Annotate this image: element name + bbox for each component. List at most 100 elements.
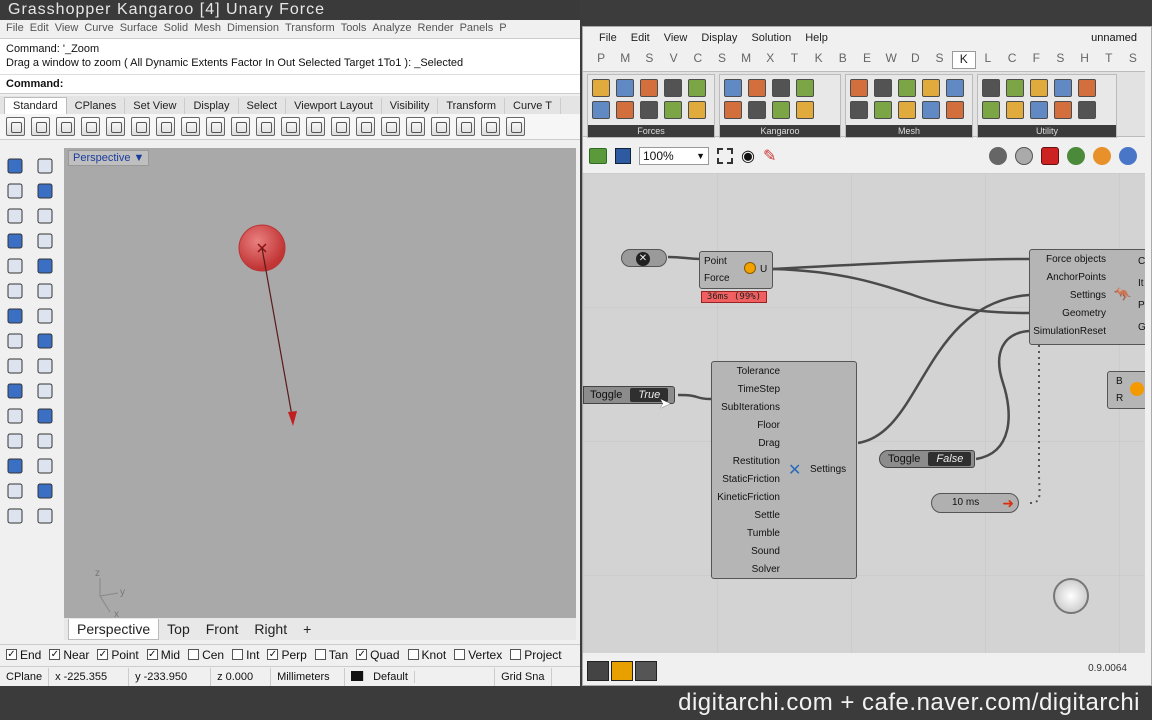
unary-input-force[interactable]: Force	[704, 273, 730, 284]
undo-icon[interactable]	[206, 117, 225, 136]
polyline-tool-icon[interactable]	[5, 181, 25, 201]
point-tool-icon[interactable]	[35, 156, 55, 176]
kangaroo-output-p[interactable]: P	[1138, 300, 1145, 311]
gh-category-tab-20[interactable]: H	[1073, 51, 1097, 69]
ribbon-component-icon[interactable]	[850, 79, 868, 97]
osnap-project-checkbox[interactable]	[510, 649, 522, 660]
zoom-extents-icon[interactable]	[717, 148, 733, 164]
gh-category-tab-21[interactable]: T	[1097, 51, 1121, 69]
zoom-extents-icon[interactable]	[331, 117, 350, 136]
stopwatch-icon[interactable]	[1053, 578, 1089, 614]
curve-point-tool-icon[interactable]	[35, 181, 55, 201]
viewport-tab-front[interactable]: Front	[198, 619, 247, 639]
gh-category-tab-6[interactable]: M	[734, 51, 758, 69]
ribbon-component-icon[interactable]	[874, 101, 892, 119]
kangaroo-input-anchorpoints[interactable]: AnchorPoints	[1047, 272, 1106, 283]
kangaroo-input-simulationreset[interactable]: SimulationReset	[1033, 326, 1106, 337]
osnap-mid-checkbox[interactable]: ✓	[146, 649, 158, 660]
toolbar-tab-set-view[interactable]: Set View	[125, 98, 186, 114]
save-icon[interactable]	[56, 117, 75, 136]
surface-tool-icon[interactable]	[5, 281, 25, 301]
unary-force-component[interactable]: Point Force U	[699, 251, 773, 289]
select-tool-icon[interactable]	[5, 156, 25, 176]
ribbon-component-icon[interactable]	[1006, 79, 1024, 97]
print-icon[interactable]	[81, 117, 100, 136]
viewport-tab-right[interactable]: Right	[246, 619, 295, 639]
ribbon-component-icon[interactable]	[640, 101, 658, 119]
footer-btn-1-icon[interactable]	[587, 661, 609, 681]
polygon-tool-icon[interactable]	[35, 231, 55, 251]
ribbon-component-icon[interactable]	[724, 79, 742, 97]
ellipse-tool-icon[interactable]	[5, 256, 25, 276]
menu-panels[interactable]: Panels	[460, 20, 500, 38]
gh-category-tab-2[interactable]: S	[637, 51, 661, 69]
helix-tool-icon[interactable]	[35, 256, 55, 276]
command-prompt[interactable]: Command:	[0, 74, 580, 94]
ribbon-component-icon[interactable]	[592, 79, 610, 97]
settings-input-settle[interactable]: Settle	[754, 510, 780, 521]
gh-category-tab-4[interactable]: C	[686, 51, 710, 69]
settings-input-drag[interactable]: Drag	[758, 438, 780, 449]
gh-menu-view[interactable]: View	[664, 32, 688, 44]
osnap-project[interactable]: Project	[510, 648, 562, 662]
gh-menu-help[interactable]: Help	[805, 32, 828, 44]
ribbon-component-icon[interactable]	[724, 101, 742, 119]
partial-input-r[interactable]: R	[1116, 393, 1123, 404]
ribbon-component-icon[interactable]	[922, 79, 940, 97]
gh-canvas[interactable]: ✕ Point Force U 36ms (99%) Tolerance Time…	[583, 173, 1145, 653]
ribbon-component-icon[interactable]	[1054, 101, 1072, 119]
menu-p[interactable]: P	[499, 20, 512, 38]
osnap-perp[interactable]: ✓ Perp	[267, 648, 307, 662]
open-file-icon[interactable]	[589, 148, 607, 164]
explode-tool-icon[interactable]	[35, 456, 55, 476]
toolbar-tab-select[interactable]: Select	[239, 98, 287, 114]
bake-icon[interactable]	[1067, 147, 1085, 165]
split-tool-icon[interactable]	[35, 381, 55, 401]
group-tool-icon[interactable]	[5, 431, 25, 451]
toolbar-tab-display[interactable]: Display	[185, 98, 239, 114]
kangaroo-output-c[interactable]: C	[1138, 256, 1145, 267]
import-icon[interactable]	[106, 117, 125, 136]
settings-input-tolerance[interactable]: Tolerance	[737, 366, 780, 377]
paste-icon[interactable]	[181, 117, 200, 136]
gh-category-tab-13[interactable]: D	[903, 51, 927, 69]
cylinder-tool-icon[interactable]	[5, 331, 25, 351]
osnap-near[interactable]: ✓ Near	[49, 648, 89, 662]
ribbon-component-icon[interactable]	[616, 101, 634, 119]
toolbar-tab-standard[interactable]: Standard	[4, 97, 67, 114]
ribbon-component-icon[interactable]	[898, 101, 916, 119]
mesh-tool-icon[interactable]	[35, 331, 55, 351]
osnap-end[interactable]: ✓ End	[6, 648, 41, 662]
revolve-tool-icon[interactable]	[5, 356, 25, 376]
status-layer[interactable]: Default	[345, 667, 496, 686]
osnap-near-checkbox[interactable]: ✓	[49, 649, 61, 660]
settings-output[interactable]: Settings	[810, 464, 846, 475]
kangaroo-output-it[interactable]: It	[1138, 278, 1144, 289]
menu-render[interactable]: Render	[418, 20, 460, 38]
ribbon-component-icon[interactable]	[772, 79, 790, 97]
arc-tool-icon[interactable]	[5, 206, 25, 226]
ribbon-component-icon[interactable]	[688, 79, 706, 97]
kangaroo-settings-component[interactable]: Tolerance TimeStep SubIterations Floor Drag R…	[711, 361, 857, 579]
gh-menu-edit[interactable]: Edit	[631, 32, 650, 44]
gh-category-tab-22[interactable]: S	[1121, 51, 1145, 69]
gh-category-tab-5[interactable]: S	[710, 51, 734, 69]
open-file-icon[interactable]	[31, 117, 50, 136]
settings-input-sound[interactable]: Sound	[751, 546, 780, 557]
osnap-tan-checkbox[interactable]	[314, 649, 326, 660]
ribbon-component-icon[interactable]	[796, 101, 814, 119]
gh-category-tab-19[interactable]: S	[1048, 51, 1072, 69]
toggle-false-value[interactable]: False	[928, 452, 972, 466]
rectangle-tool-icon[interactable]	[5, 231, 25, 251]
toolbar-tab-transform[interactable]: Transform	[438, 98, 506, 114]
layer-tool-icon[interactable]	[5, 506, 25, 526]
ribbon-component-icon[interactable]	[922, 101, 940, 119]
footer-btn-2-icon[interactable]	[611, 661, 633, 681]
viewport-tab-perspective[interactable]: Perspective	[68, 618, 160, 640]
gh-menu-display[interactable]: Display	[701, 32, 737, 44]
bulb-light-icon[interactable]	[481, 117, 500, 136]
edit-points-tool-icon[interactable]	[5, 481, 25, 501]
gh-category-tab-9[interactable]: K	[807, 51, 831, 69]
menu-dimension[interactable]: Dimension	[227, 20, 285, 38]
ribbon-component-icon[interactable]	[946, 79, 964, 97]
